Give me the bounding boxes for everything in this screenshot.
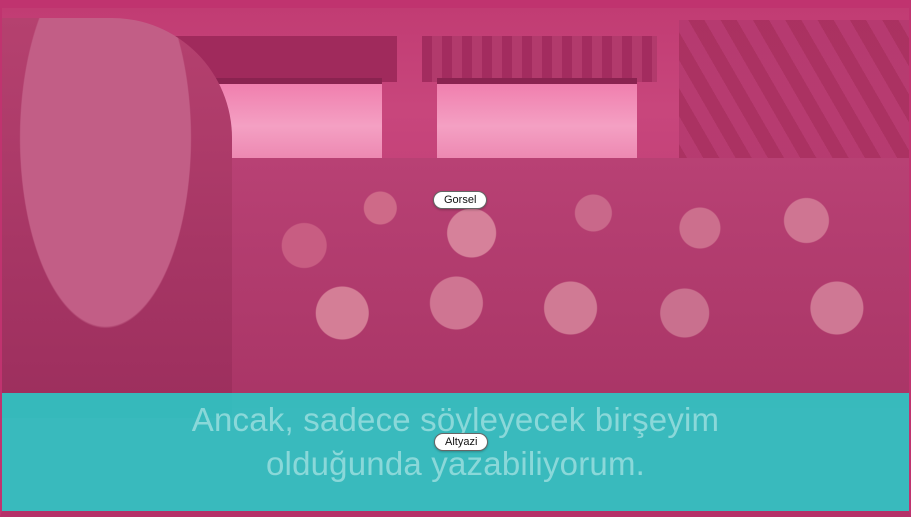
visual-region-button[interactable]: Gorsel xyxy=(433,191,488,209)
wall-banner xyxy=(422,36,657,82)
subtitle-region-button[interactable]: Altyazi xyxy=(434,433,489,451)
speaker-silhouette xyxy=(2,18,232,418)
audience xyxy=(152,158,909,408)
